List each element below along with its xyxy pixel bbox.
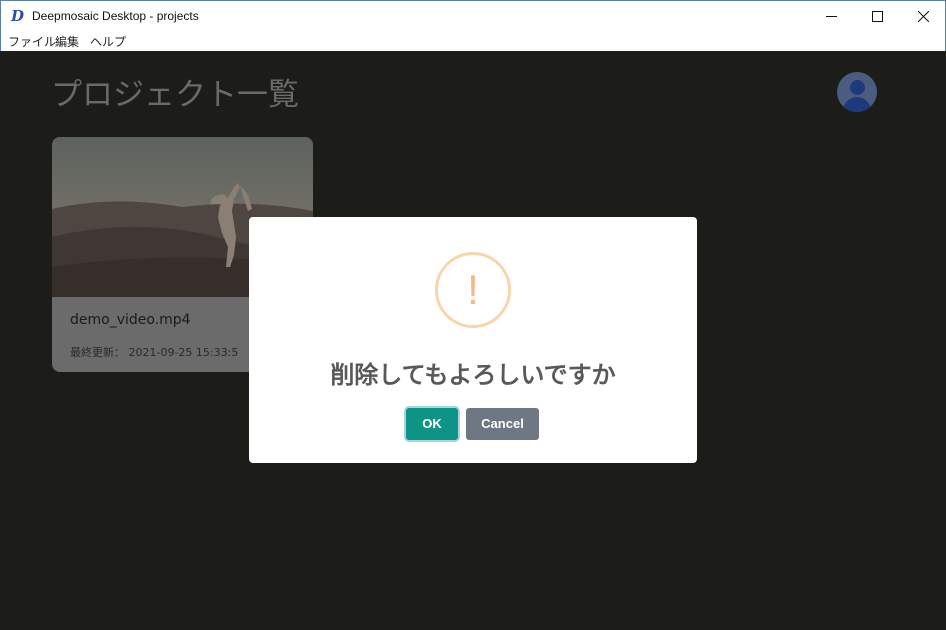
- close-icon: [918, 11, 929, 22]
- menu-edit[interactable]: 編集: [55, 33, 79, 50]
- minimize-icon: [826, 16, 837, 17]
- warning-glyph: !: [467, 266, 479, 313]
- app-logo-icon: D: [11, 7, 25, 25]
- menu-help[interactable]: ヘルプ: [90, 33, 126, 50]
- page-title: プロジェクト一覧: [51, 77, 299, 112]
- menu-file[interactable]: ファイル: [8, 33, 56, 50]
- window-title-bar: D Deepmosaic Desktop - projects: [0, 0, 946, 31]
- project-name: demo_video.mp4: [70, 312, 191, 328]
- close-button[interactable]: [900, 1, 946, 31]
- minimize-button[interactable]: [808, 1, 854, 31]
- warning-icon: !: [435, 252, 511, 328]
- avatar-body-shape: [843, 97, 871, 112]
- confirm-delete-dialog: ! 削除してもよろしいですか OK Cancel: [249, 217, 697, 463]
- maximize-icon: [872, 11, 883, 22]
- avatar-head-shape: [850, 80, 865, 95]
- dialog-message: 削除してもよろしいですか: [330, 361, 616, 389]
- ok-button[interactable]: OK: [406, 408, 458, 440]
- user-avatar[interactable]: [837, 72, 877, 112]
- cancel-button[interactable]: Cancel: [466, 408, 539, 440]
- window-title: Deepmosaic Desktop - projects: [32, 9, 199, 23]
- menu-bar: ファイル 編集 ヘルプ: [0, 31, 946, 51]
- project-updated-date: 最終更新： 2021-09-25 15:33:5: [70, 346, 239, 359]
- maximize-button[interactable]: [854, 1, 900, 31]
